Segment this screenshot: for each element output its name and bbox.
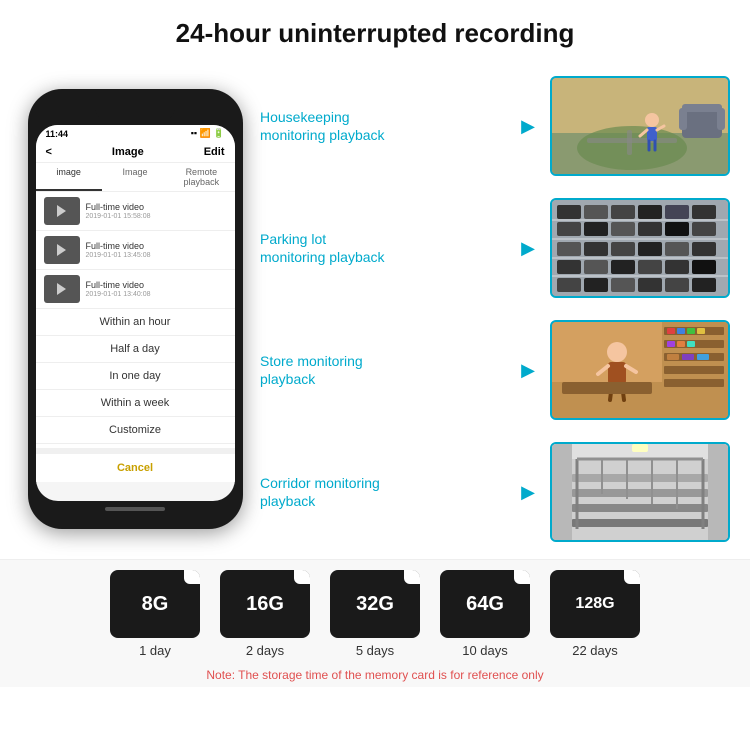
- sd-days-32g: 5 days: [356, 643, 394, 658]
- monitor-row-store: Store monitoringplayback ▶: [260, 320, 730, 420]
- phone-tabs: image Image Remote playback: [36, 163, 235, 192]
- monitor-photo-parking: [550, 198, 730, 298]
- arrow-store: ▶: [518, 360, 538, 381]
- video-date-1: 2019-01-01 15:58:08: [86, 213, 227, 220]
- phone-back[interactable]: <: [46, 146, 52, 158]
- monitor-photo-housekeeping: [550, 76, 730, 176]
- dropdown-item-5[interactable]: Customize: [36, 417, 235, 444]
- phone-cancel-button[interactable]: Cancel: [36, 448, 235, 482]
- phone-tab-remote[interactable]: Remote playback: [168, 163, 234, 191]
- sd-card-item-32g: 32G 5 days: [330, 570, 420, 658]
- video-title-2: Full-time video: [86, 241, 227, 251]
- sd-cards-row: 8G 1 day 16G 2 days 32G 5 days 64G 10 da…: [110, 570, 640, 658]
- video-date-3: 2019-01-01 13:40:08: [86, 291, 227, 298]
- phone-screen: 11:44 ▪▪ 📶 🔋 < Image Edit image Image Re…: [36, 125, 235, 501]
- sd-card-item-8g: 8G 1 day: [110, 570, 200, 658]
- page-header: 24-hour uninterrupted recording: [0, 0, 750, 59]
- sd-card-label-128g: 128G: [575, 595, 614, 613]
- dropdown-item-4[interactable]: Within a week: [36, 390, 235, 417]
- video-date-2: 2019-01-01 13:45:08: [86, 252, 227, 259]
- video-info-3: Full-time video 2019-01-01 13:40:08: [86, 280, 227, 298]
- sd-card-label-32g: 32G: [356, 593, 394, 616]
- home-bar: [105, 507, 165, 511]
- arrow-corridor: ▶: [518, 482, 538, 503]
- arrow-parking: ▶: [518, 238, 538, 259]
- monitor-row-housekeeping: Housekeepingmonitoring playback ▶: [260, 76, 730, 176]
- monitor-label-parking: Parking lotmonitoring playback: [260, 230, 506, 266]
- play-icon-2: [57, 244, 66, 256]
- play-icon-1: [57, 205, 66, 217]
- housekeeping-svg: [552, 78, 728, 174]
- phone-notch: [95, 101, 175, 121]
- sd-card-label-64g: 64G: [466, 593, 504, 616]
- phone-tab-image[interactable]: image: [36, 163, 102, 191]
- sd-card-item-128g: 128G 22 days: [550, 570, 640, 658]
- sd-card-16g: 16G: [220, 570, 310, 638]
- monitor-label-housekeeping: Housekeepingmonitoring playback: [260, 108, 506, 144]
- phone-screen-title: Image: [112, 146, 144, 158]
- sd-card-item-16g: 16G 2 days: [220, 570, 310, 658]
- page-title: 24-hour uninterrupted recording: [20, 18, 730, 49]
- parking-svg: [552, 200, 728, 296]
- arrow-housekeeping: ▶: [518, 116, 538, 137]
- dropdown-item-1[interactable]: Within an hour: [36, 309, 235, 336]
- sd-card-32g: 32G: [330, 570, 420, 638]
- monitor-label-store: Store monitoringplayback: [260, 352, 506, 388]
- video-info-2: Full-time video 2019-01-01 13:45:08: [86, 241, 227, 259]
- phone-app-header: < Image Edit: [36, 142, 235, 163]
- video-item-1[interactable]: Full-time video 2019-01-01 15:58:08: [36, 192, 235, 231]
- video-item-2[interactable]: Full-time video 2019-01-01 13:45:08: [36, 231, 235, 270]
- video-title-3: Full-time video: [86, 280, 227, 290]
- storage-note: Note: The storage time of the memory car…: [206, 668, 543, 682]
- phone-icons: ▪▪ 📶 🔋: [191, 128, 225, 139]
- sd-days-8g: 1 day: [139, 643, 171, 658]
- corridor-svg: [552, 444, 728, 540]
- video-title-1: Full-time video: [86, 202, 227, 212]
- phone-dropdown: Within an hour Half a day In one day Wit…: [36, 309, 235, 482]
- video-thumb-2: [44, 236, 80, 264]
- video-info-1: Full-time video 2019-01-01 15:58:08: [86, 202, 227, 220]
- monitoring-section: Housekeepingmonitoring playback ▶: [260, 59, 730, 559]
- sd-card-item-64g: 64G 10 days: [440, 570, 530, 658]
- phone-tab-image2[interactable]: Image: [102, 163, 168, 191]
- sd-card-label-8g: 8G: [142, 593, 169, 616]
- play-icon-3: [57, 283, 66, 295]
- sd-card-8g: 8G: [110, 570, 200, 638]
- sd-card-64g: 64G: [440, 570, 530, 638]
- sd-days-16g: 2 days: [246, 643, 284, 658]
- monitor-row-parking: Parking lotmonitoring playback ▶: [260, 198, 730, 298]
- video-item-3[interactable]: Full-time video 2019-01-01 13:40:08: [36, 270, 235, 309]
- monitor-row-corridor: Corridor monitoringplayback ▶: [260, 442, 730, 542]
- video-thumb-1: [44, 197, 80, 225]
- phone-time: 11:44: [46, 129, 69, 139]
- phone-mockup: 11:44 ▪▪ 📶 🔋 < Image Edit image Image Re…: [20, 59, 250, 559]
- sd-card-128g: 128G: [550, 570, 640, 638]
- monitor-photo-store: [550, 320, 730, 420]
- phone-home-indicator: [36, 501, 235, 517]
- sd-card-label-16g: 16G: [246, 593, 284, 616]
- video-thumb-3: [44, 275, 80, 303]
- monitor-label-corridor: Corridor monitoringplayback: [260, 474, 506, 510]
- main-content: 11:44 ▪▪ 📶 🔋 < Image Edit image Image Re…: [0, 59, 750, 559]
- dropdown-item-2[interactable]: Half a day: [36, 336, 235, 363]
- sd-section: 8G 1 day 16G 2 days 32G 5 days 64G 10 da…: [0, 559, 750, 687]
- monitor-photo-corridor: [550, 442, 730, 542]
- sd-days-128g: 22 days: [572, 643, 618, 658]
- dropdown-item-3[interactable]: In one day: [36, 363, 235, 390]
- phone-device: 11:44 ▪▪ 📶 🔋 < Image Edit image Image Re…: [28, 89, 243, 529]
- phone-status-bar: 11:44 ▪▪ 📶 🔋: [36, 125, 235, 142]
- sd-days-64g: 10 days: [462, 643, 508, 658]
- phone-edit[interactable]: Edit: [204, 146, 225, 158]
- store-svg: [552, 322, 728, 418]
